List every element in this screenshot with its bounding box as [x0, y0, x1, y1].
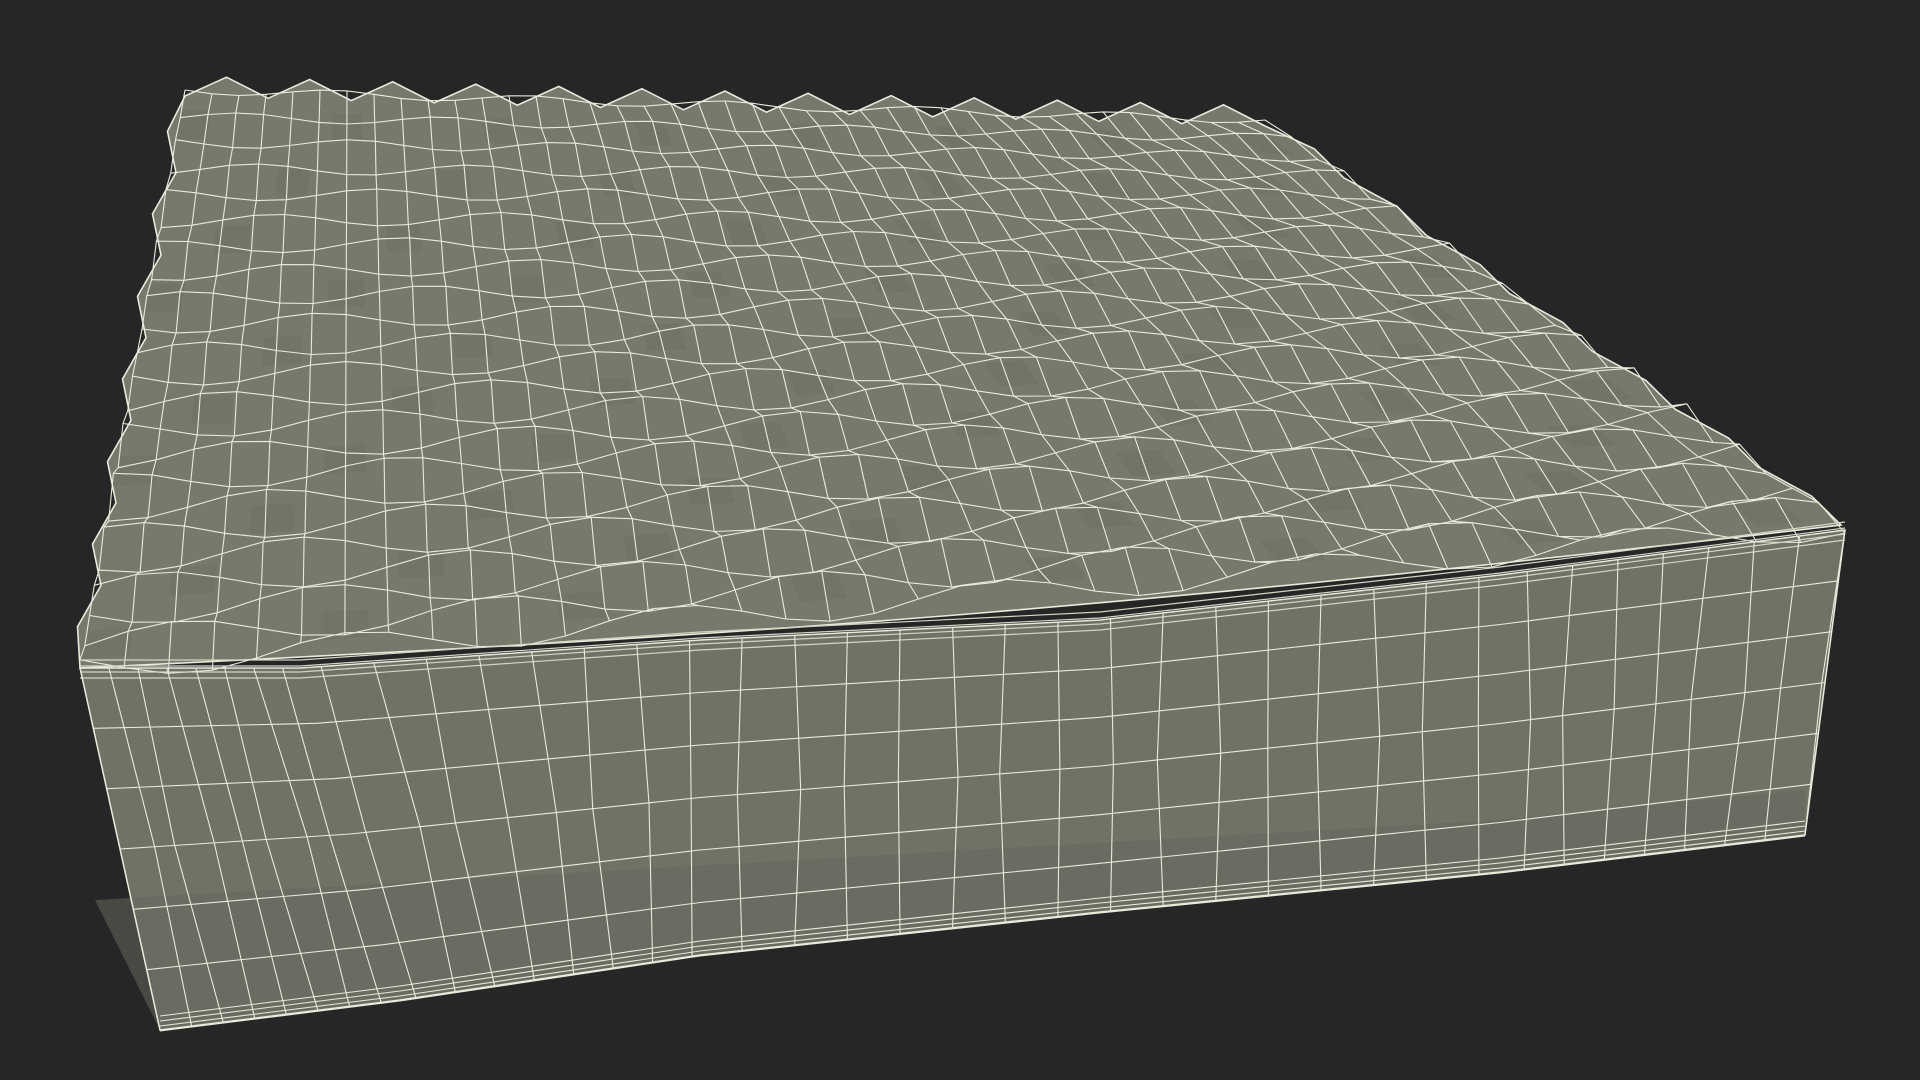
render-viewport	[0, 0, 1920, 1080]
mattress-wireframe	[76, 76, 1846, 1032]
